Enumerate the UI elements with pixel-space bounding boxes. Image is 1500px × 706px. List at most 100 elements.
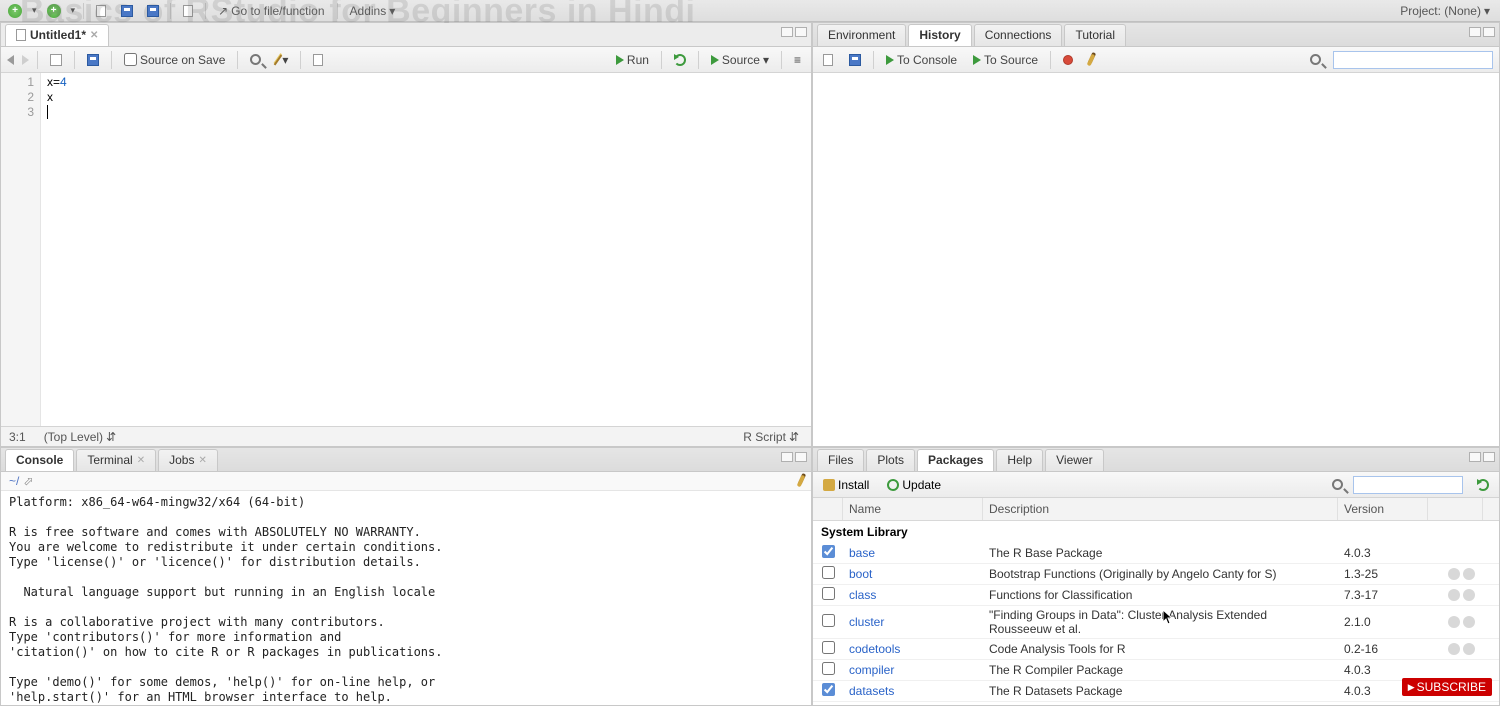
save-button[interactable] (118, 2, 136, 20)
package-row[interactable]: baseThe R Base Package4.0.3 (813, 543, 1499, 564)
package-remove-icon[interactable] (1463, 616, 1475, 628)
package-checkbox[interactable] (822, 566, 835, 579)
tab-terminal[interactable]: Terminal ✕ (76, 449, 156, 471)
working-dir[interactable]: ~/ (9, 474, 19, 488)
outline-button[interactable]: ≡ (790, 51, 805, 69)
package-row[interactable]: compilerThe R Compiler Package4.0.3 (813, 660, 1499, 681)
scope-selector[interactable]: (Top Level) ⇵ (40, 428, 120, 446)
open-icon (823, 54, 833, 66)
goto-file-function[interactable]: ↗ Go to file/function (214, 2, 328, 20)
open-file-button[interactable] (92, 2, 110, 20)
tab-tutorial[interactable]: Tutorial (1064, 24, 1126, 46)
history-search-input[interactable] (1333, 51, 1493, 69)
package-checkbox[interactable] (822, 662, 835, 675)
pane-minmax[interactable] (781, 452, 807, 462)
pane-minmax[interactable] (781, 27, 807, 37)
tab-files[interactable]: Files (817, 449, 864, 471)
nav-back-button[interactable] (7, 55, 14, 65)
close-icon[interactable]: ✕ (137, 455, 145, 466)
close-icon[interactable]: ✕ (198, 455, 206, 466)
popout-icon[interactable]: ⬀ (23, 474, 33, 488)
packages-list[interactable]: System Library baseThe R Base Package4.0… (813, 521, 1499, 705)
package-checkbox[interactable] (822, 683, 835, 696)
package-remove-icon[interactable] (1463, 568, 1475, 580)
show-in-new-window-button[interactable] (46, 52, 66, 68)
save-history-button[interactable] (845, 52, 865, 68)
package-name-link[interactable]: codetools (843, 640, 983, 658)
code-tools-button[interactable]: ▾ (273, 51, 292, 69)
install-button[interactable]: Install (819, 476, 873, 494)
compile-report-button[interactable] (309, 52, 327, 68)
rerun-button[interactable] (670, 52, 690, 68)
run-button[interactable]: Run (612, 51, 653, 69)
load-history-button[interactable] (819, 52, 837, 68)
pane-minmax[interactable] (1469, 27, 1495, 37)
package-remove-icon[interactable] (1463, 589, 1475, 601)
search-history-button[interactable] (1306, 52, 1325, 67)
new-file-button[interactable]: + (6, 2, 24, 20)
package-row[interactable]: codetoolsCode Analysis Tools for R0.2-16 (813, 639, 1499, 660)
tab-help[interactable]: Help (996, 449, 1043, 471)
tab-history[interactable]: History (908, 24, 971, 46)
package-name-link[interactable]: base (843, 544, 983, 562)
package-checkbox[interactable] (822, 587, 835, 600)
refresh-button[interactable] (1473, 477, 1493, 493)
package-name-link[interactable]: compiler (843, 661, 983, 679)
subscribe-badge[interactable]: ▶ SUBSCRIBE (1402, 678, 1492, 696)
tab-connections[interactable]: Connections (974, 24, 1063, 46)
packages-search-input[interactable] (1353, 476, 1463, 494)
code-area[interactable]: x=4 x (41, 73, 811, 426)
package-web-icon[interactable] (1448, 568, 1460, 580)
tab-console[interactable]: Console (5, 449, 74, 471)
source-on-save-checkbox[interactable]: Source on Save (120, 51, 229, 69)
console-output[interactable]: Platform: x86_64-w64-mingw32/x64 (64-bit… (1, 491, 811, 705)
package-row[interactable]: bootBootstrap Functions (Originally by A… (813, 564, 1499, 585)
package-remove-icon[interactable] (1463, 643, 1475, 655)
close-icon[interactable]: ✕ (90, 30, 98, 41)
tab-plots[interactable]: Plots (866, 449, 915, 471)
update-button[interactable]: Update (883, 476, 945, 494)
col-description[interactable]: Description (983, 498, 1338, 520)
dropdown-icon[interactable]: ▾ (71, 5, 76, 16)
remove-entries-button[interactable] (1059, 53, 1077, 67)
source-tab-untitled1[interactable]: Untitled1* ✕ (5, 24, 109, 46)
package-name-link[interactable]: cluster (843, 613, 983, 631)
find-button[interactable] (246, 52, 265, 67)
package-web-icon[interactable] (1448, 643, 1460, 655)
package-name-link[interactable]: datasets (843, 682, 983, 700)
project-menu[interactable]: Project: (None) ▾ (1396, 2, 1494, 20)
clear-history-button[interactable] (1085, 52, 1097, 68)
package-name-link[interactable]: boot (843, 565, 983, 583)
package-checkbox[interactable] (822, 614, 835, 627)
editor-body[interactable]: 123 x=4 x (1, 73, 811, 426)
package-row[interactable]: foreignRead Data Stored by 'Minitab', 'S… (813, 702, 1499, 705)
dropdown-icon[interactable]: ▾ (32, 5, 37, 16)
clear-console-button[interactable] (797, 475, 806, 488)
col-version[interactable]: Version (1338, 498, 1428, 520)
package-checkbox[interactable] (822, 545, 835, 558)
package-row[interactable]: cluster"Finding Groups in Data": Cluster… (813, 606, 1499, 639)
nav-forward-button[interactable] (22, 55, 29, 65)
pane-minmax[interactable] (1469, 452, 1495, 462)
tab-jobs[interactable]: Jobs ✕ (158, 449, 218, 471)
package-row[interactable]: datasetsThe R Datasets Package4.0.3 (813, 681, 1499, 702)
file-type-selector[interactable]: R Script ⇵ (739, 428, 803, 446)
tab-viewer[interactable]: Viewer (1045, 449, 1103, 471)
package-row[interactable]: classFunctions for Classification7.3-17 (813, 585, 1499, 606)
package-name-link[interactable]: class (843, 586, 983, 604)
to-console-button[interactable]: To Console (882, 51, 961, 69)
to-source-button[interactable]: To Source (969, 51, 1042, 69)
col-name[interactable]: Name (843, 498, 983, 520)
addins-menu[interactable]: Addins ▾ (346, 2, 400, 20)
package-checkbox[interactable] (822, 641, 835, 654)
source-button[interactable]: Source ▾ (707, 51, 773, 69)
package-web-icon[interactable] (1448, 616, 1460, 628)
history-body[interactable] (813, 73, 1499, 446)
new-project-button[interactable]: + (45, 2, 63, 20)
save-all-button[interactable] (144, 2, 162, 20)
tab-packages[interactable]: Packages (917, 449, 994, 471)
save-button[interactable] (83, 52, 103, 68)
tab-environment[interactable]: Environment (817, 24, 906, 46)
print-button[interactable] (179, 2, 197, 20)
package-web-icon[interactable] (1448, 589, 1460, 601)
